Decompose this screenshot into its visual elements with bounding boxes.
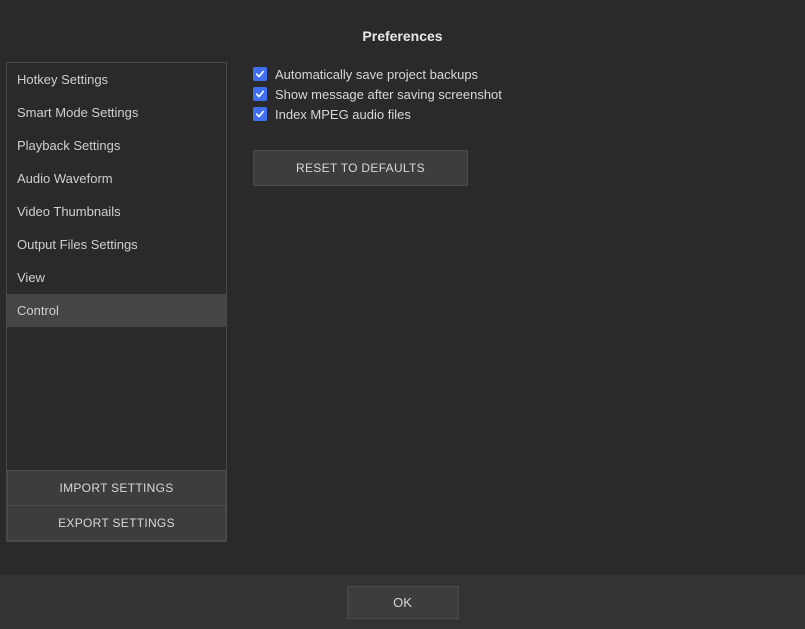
dialog-title: Preferences — [0, 28, 805, 44]
checkbox-row: Show message after saving screenshot — [253, 84, 789, 104]
sidebar-item-view[interactable]: View — [7, 261, 226, 294]
dialog-header: Preferences — [0, 0, 805, 62]
checkbox[interactable] — [253, 67, 267, 81]
sidebar-item-label: Smart Mode Settings — [17, 105, 138, 120]
sidebar-item-output-files-settings[interactable]: Output Files Settings — [7, 228, 226, 261]
import-settings-button[interactable]: IMPORT SETTINGS — [7, 470, 226, 506]
sidebar-item-label: Audio Waveform — [17, 171, 113, 186]
ok-button[interactable]: OK — [347, 586, 459, 619]
checkbox-list: Automatically save project backups Show m… — [253, 64, 789, 124]
checkbox-label: Index MPEG audio files — [275, 107, 411, 122]
sidebar-item-control[interactable]: Control — [7, 294, 226, 327]
sidebar-item-label: Playback Settings — [17, 138, 120, 153]
sidebar-item-label: Control — [17, 303, 59, 318]
checkbox-row: Index MPEG audio files — [253, 104, 789, 124]
dialog-body: Hotkey Settings Smart Mode Settings Playba… — [0, 62, 805, 575]
sidebar-item-audio-waveform[interactable]: Audio Waveform — [7, 162, 226, 195]
sidebar-item-label: Output Files Settings — [17, 237, 138, 252]
preferences-sidebar: Hotkey Settings Smart Mode Settings Playba… — [6, 62, 227, 542]
sidebar-item-label: Hotkey Settings — [17, 72, 108, 87]
checkbox-label: Show message after saving screenshot — [275, 87, 502, 102]
sidebar-item-smart-mode-settings[interactable]: Smart Mode Settings — [7, 96, 226, 129]
sidebar-buttons: IMPORT SETTINGS EXPORT SETTINGS — [7, 470, 226, 541]
sidebar-list: Hotkey Settings Smart Mode Settings Playba… — [7, 63, 226, 470]
checkbox-row: Automatically save project backups — [253, 64, 789, 84]
sidebar-item-hotkey-settings[interactable]: Hotkey Settings — [7, 63, 226, 96]
checkbox[interactable] — [253, 107, 267, 121]
reset-defaults-button[interactable]: RESET TO DEFAULTS — [253, 150, 468, 186]
checkbox-label: Automatically save project backups — [275, 67, 478, 82]
sidebar-item-playback-settings[interactable]: Playback Settings — [7, 129, 226, 162]
checkbox[interactable] — [253, 87, 267, 101]
sidebar-item-label: Video Thumbnails — [17, 204, 121, 219]
preferences-content: Automatically save project backups Show m… — [227, 62, 799, 575]
sidebar-item-video-thumbnails[interactable]: Video Thumbnails — [7, 195, 226, 228]
dialog-footer: OK — [0, 575, 805, 629]
export-settings-button[interactable]: EXPORT SETTINGS — [7, 506, 226, 541]
sidebar-item-label: View — [17, 270, 45, 285]
